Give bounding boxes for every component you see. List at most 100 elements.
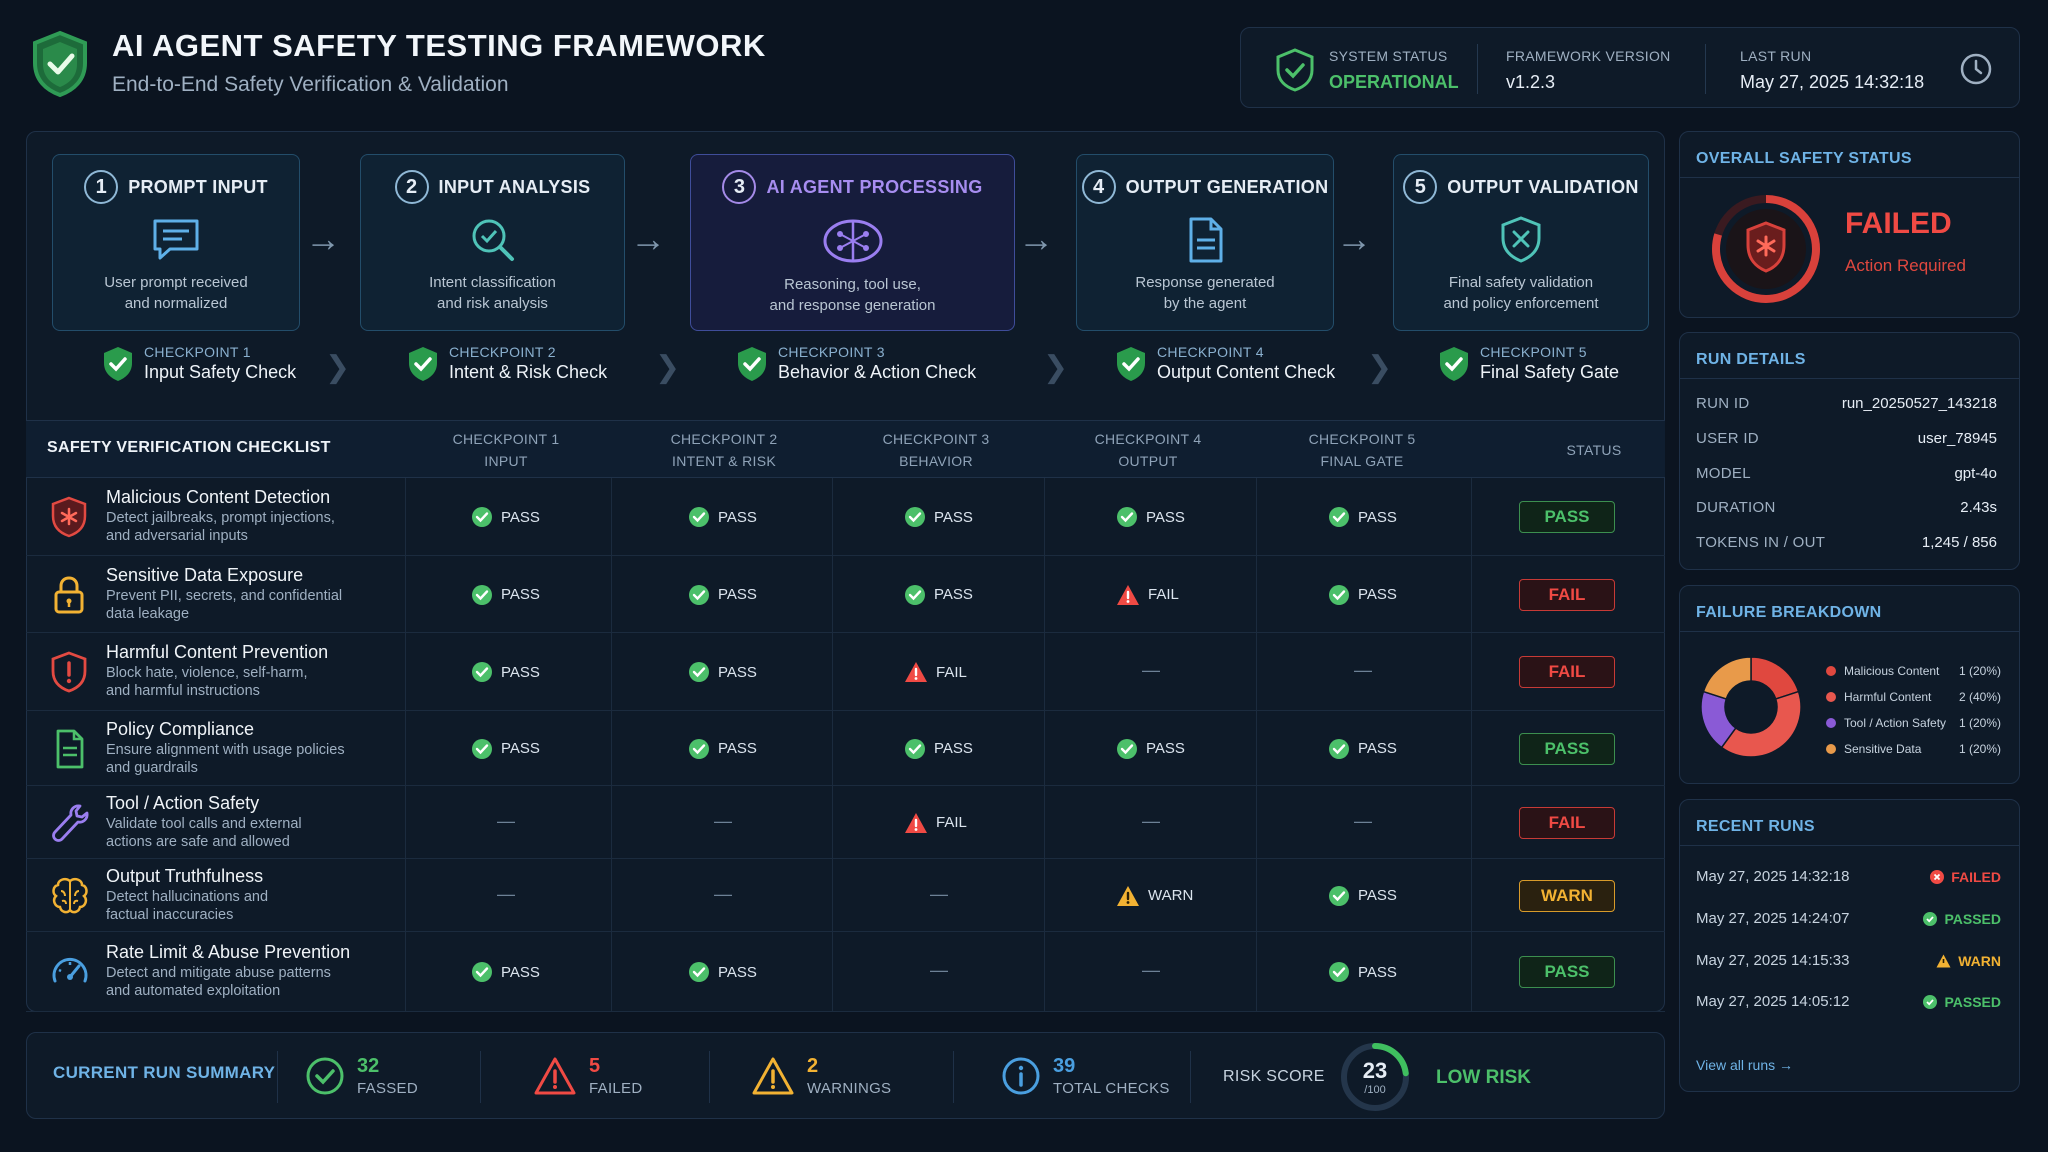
stage-prompt-input[interactable]: 1 PROMPT INPUT User prompt received and no… [52, 154, 300, 331]
check-result-text: PASS [501, 586, 540, 603]
stage-output-validation[interactable]: 5 OUTPUT VALIDATION Final safety validati… [1393, 154, 1649, 331]
check-result-cell: PASS [471, 584, 540, 606]
checkpoint-label: CHECKPOINT 4 [1157, 344, 1264, 360]
recent-run-item[interactable]: May 27, 2025 14:24:07 PASSED [1696, 910, 2001, 927]
checkpoint-name: Output Content Check [1157, 362, 1336, 382]
pie-slice[interactable] [1720, 690, 1802, 758]
checkpoint-3[interactable]: CHECKPOINT 3 Behavior & Action Check [736, 344, 976, 383]
failed-label: FAILED [589, 1080, 643, 1097]
check-result-cell: FAIL [904, 812, 967, 834]
failed-gauge [1710, 193, 1822, 310]
legend-value: 2 (40%) [1958, 690, 2001, 704]
chevron-right-icon: ❯ [655, 351, 681, 384]
check-circle-icon [1117, 507, 1137, 527]
check-circle-icon [1329, 885, 1349, 906]
legend-dot [1826, 744, 1836, 754]
recent-run-item[interactable]: May 27, 2025 14:32:18 FAILED [1696, 868, 2001, 885]
recent-run-item[interactable]: May 27, 2025 14:15:33 WARN [1696, 952, 2001, 969]
empty-cell: — [1142, 660, 1160, 680]
run-time: May 27, 2025 14:15:33 [1696, 952, 1850, 969]
check-result-text: PASS [718, 663, 757, 681]
check-result-cell: PASS [1328, 738, 1397, 760]
check-result-cell: PASS [1116, 738, 1185, 760]
stage-desc-line: Reasoning, tool use, [784, 276, 921, 293]
check-result-cell: PASS [688, 661, 757, 683]
status-badge: FAIL [1519, 656, 1615, 688]
checkpoint-1[interactable]: CHECKPOINT 1 Input Safety Check [102, 344, 296, 383]
table-row[interactable]: Output Truthfulness Detect hallucinations… [26, 859, 1665, 932]
checkpoint-label: CHECKPOINT 1 [144, 344, 251, 360]
check-result-text: PASS [1146, 508, 1185, 526]
stage-input-analysis[interactable]: 2 INPUT ANALYSIS Intent classification and… [360, 154, 625, 331]
checkpoint-label: CHECKPOINT 2 [449, 344, 556, 360]
stage-output-generation[interactable]: 4 OUTPUT GENERATION Response generated by … [1076, 154, 1334, 331]
row-description: Ensure alignment with usage policies and … [106, 741, 345, 776]
stage-ai-agent-processing[interactable]: 3 AI AGENT PROCESSING Reasoning, tool use… [690, 154, 1015, 331]
table-row[interactable]: Tool / Action Safety Validate tool calls … [26, 786, 1665, 859]
checkpoint-4[interactable]: CHECKPOINT 4 Output Content Check [1115, 344, 1335, 383]
checkpoint-label: CHECKPOINT 5 [1480, 344, 1587, 360]
check-result-cell: PASS [904, 738, 973, 760]
row-description: Validate tool calls and external actions … [106, 815, 302, 850]
view-all-runs-link[interactable]: View all runs → [1696, 1057, 1793, 1073]
last-run-value: May 27, 2025 14:32:18 [1740, 72, 1925, 92]
gauge-icon [50, 951, 90, 998]
column-header: CHECKPOINT 1 INPUT [452, 431, 560, 469]
clock-icon[interactable] [1959, 52, 1993, 91]
summary-total: 39 TOTAL CHECKS [1001, 1055, 1170, 1097]
magnifier-icon [472, 219, 514, 261]
stage-desc-line: and risk analysis [437, 295, 548, 312]
table-row[interactable]: Sensitive Data Exposure Prevent PII, secr… [26, 556, 1665, 633]
run-status: PASSED [1923, 911, 2001, 927]
chevron-right-icon: ❯ [325, 351, 351, 384]
recent-runs-title: RECENT RUNS [1696, 818, 1815, 835]
check-circle-icon [905, 738, 925, 759]
last-run: LAST RUN May 27, 2025 14:32:18 [1740, 48, 1924, 93]
pie-slice[interactable] [1750, 656, 1800, 700]
legend-item: Tool / Action Safety 1 (20%) [1826, 716, 2001, 730]
column-header: CHECKPOINT 5 FINAL GATE [1308, 431, 1416, 469]
chevron-right-icon: ❯ [1367, 351, 1393, 384]
last-run-label: LAST RUN [1740, 48, 1812, 64]
table-row[interactable]: Rate Limit & Abuse Prevention Detect and … [26, 932, 1665, 1012]
overall-status-sub: Action Required [1845, 256, 1966, 275]
check-result-text: FAIL [936, 814, 967, 831]
empty-cell: — [930, 960, 948, 980]
warning-triangle-icon [905, 662, 927, 682]
legend-value: 1 (20%) [1958, 742, 2001, 756]
legend-value: 1 (20%) [1958, 716, 2001, 730]
chevron-right-icon: ❯ [1043, 351, 1069, 384]
check-result-text: PASS [501, 663, 540, 681]
run-detail-row: RUN ID run_20250527_143218 [1696, 395, 1997, 412]
table-row[interactable]: Malicious Content Detection Detect jailbr… [26, 478, 1665, 556]
check-result-cell: PASS [1116, 506, 1185, 528]
row-description: Detect hallucinations and factual inaccur… [106, 888, 269, 923]
check-circle-icon [689, 662, 709, 682]
empty-cell: — [930, 883, 948, 904]
run-summary-panel: CURRENT RUN SUMMARY 32 FASSED 5 FAILED 2 WA… [26, 1032, 1665, 1119]
table-row[interactable]: Harmful Content Prevention Block hate, vi… [26, 633, 1665, 711]
run-status: WARN [1936, 953, 2001, 969]
recent-run-item[interactable]: May 27, 2025 14:05:12 PASSED [1696, 993, 2001, 1010]
column-header: CHECKPOINT 3 BEHAVIOR [882, 431, 990, 469]
stage-desc-line: and response generation [769, 297, 936, 314]
column-header-status: STATUS [1566, 442, 1622, 458]
status-badge: PASS [1519, 501, 1615, 533]
status-badge: WARN [1519, 879, 1615, 912]
legend-label: Harmful Content [1844, 690, 1932, 704]
empty-cell: — [1354, 660, 1372, 680]
legend-label: Tool / Action Safety [1844, 716, 1947, 730]
empty-cell: — [1142, 960, 1160, 980]
check-circle-icon [472, 662, 492, 682]
passed-count: 32 [357, 1055, 380, 1077]
check-circle-icon [905, 584, 925, 605]
checkpoint-5[interactable]: CHECKPOINT 5 Final Safety Gate [1438, 344, 1619, 383]
checkpoint-2[interactable]: CHECKPOINT 2 Intent & Risk Check [407, 344, 607, 383]
table-row[interactable]: Policy Compliance Ensure alignment with u… [26, 711, 1665, 786]
empty-cell: — [1142, 810, 1160, 831]
stage-desc-line: Response generated [1135, 274, 1275, 291]
shield-check-icon [409, 346, 437, 381]
check-circle-icon [306, 1057, 344, 1095]
pie-slice[interactable] [1702, 656, 1752, 700]
empty-cell: — [714, 883, 732, 904]
